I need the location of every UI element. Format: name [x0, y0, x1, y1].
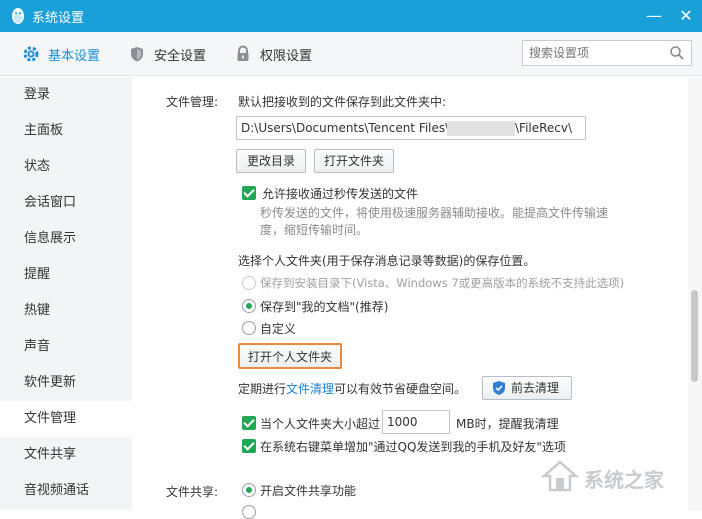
sidebar-item-main-panel[interactable]: 主面板 [0, 113, 132, 149]
save-path-suffix: \FileRecv\ [515, 121, 573, 135]
sidebar-item-file-sharing[interactable]: 文件共享 [0, 437, 132, 473]
save-custom-radio[interactable] [242, 321, 256, 335]
shield-icon [131, 47, 143, 62]
save-install-dir-label: 保存到安装目录下(Vista、Windows 7或更高版本的系统不支持此选项) [260, 276, 625, 290]
save-my-documents-radio[interactable] [242, 299, 256, 313]
cleanup-prefix: 定期进行 [238, 382, 287, 396]
change-directory-button[interactable]: 更改目录 [236, 149, 306, 173]
save-path-field[interactable]: D:\Users\Documents\Tencent Files\ \FileR… [236, 116, 586, 140]
save-my-documents-label: 保存到"我的文档"(推荐) [260, 300, 389, 314]
enable-file-sharing-label: 开启文件共享功能 [260, 484, 357, 498]
minimize-button[interactable]: — [642, 4, 666, 28]
file-sharing-option-radio-cutoff[interactable] [242, 505, 256, 519]
tab-label: 基本设置 [48, 48, 101, 64]
lock-icon [237, 45, 249, 61]
content-scrollbar[interactable] [688, 77, 702, 510]
sidebar-item-file-management[interactable]: 文件管理 [0, 401, 132, 437]
sidebar-item-reminder[interactable]: 提醒 [0, 257, 132, 293]
context-menu-checkbox[interactable] [242, 439, 256, 453]
settings-sidebar: 登录 主面板 状态 会话窗口 信息展示 提醒 热键 声音 软件更新 文件管理 文… [0, 77, 132, 510]
tab-security-settings[interactable]: 安全设置 [128, 44, 206, 64]
size-limit-suffix: MB时，提醒我清理 [456, 417, 559, 431]
sidebar-item-sound[interactable]: 声音 [0, 329, 132, 365]
allow-instant-transfer-label: 允许接收通过秒传发送的文件 [262, 187, 419, 201]
sidebar-item-software-update[interactable]: 软件更新 [0, 365, 132, 401]
tab-label: 权限设置 [260, 48, 313, 64]
save-path-prefix: D:\Users\Documents\Tencent Files\ [241, 121, 450, 135]
sidebar-item-hotkeys[interactable]: 热键 [0, 293, 132, 329]
save-custom-label: 自定义 [260, 322, 297, 336]
size-limit-value: 1000 [387, 415, 418, 429]
cleanup-suffix: 可以有效节省硬盘空间。 [334, 382, 467, 396]
instant-transfer-hint-line2: 度，缩短传输时间。 [260, 223, 369, 237]
personal-folder-description: 选择个人文件夹(用于保存消息记录等数据)的保存位置。 [238, 254, 536, 268]
open-personal-folder-button[interactable]: 打开个人文件夹 [238, 343, 342, 369]
close-button[interactable]: ✕ [674, 4, 698, 28]
tab-basic-settings[interactable]: 基本设置 [22, 44, 100, 64]
sidebar-item-av-call[interactable]: 音视频通话 [0, 473, 132, 509]
go-cleanup-label: 前去清理 [511, 381, 560, 395]
size-limit-input[interactable]: 1000 [382, 410, 450, 434]
watermark-text: 系统之家 [584, 468, 664, 492]
qq-penguin-icon [12, 8, 24, 24]
tab-permission-settings[interactable]: 权限设置 [234, 44, 312, 64]
shield-icon [493, 381, 505, 395]
section-label-file-management: 文件管理: [166, 95, 219, 109]
context-menu-label: 在系统右键菜单增加"通过QQ发送到我的手机及好友"选项 [260, 440, 566, 454]
site-watermark-logo: 系统之家 [540, 456, 696, 496]
sidebar-item-info-display[interactable]: 信息展示 [0, 221, 132, 257]
section-label-file-sharing: 文件共享: [166, 485, 219, 499]
size-limit-prefix: 当个人文件夹大小超过 [260, 417, 381, 431]
sidebar-item-chat-window[interactable]: 会话窗口 [0, 185, 132, 221]
sidebar-item-login[interactable]: 登录 [0, 77, 132, 113]
gear-icon [23, 46, 39, 62]
save-install-dir-radio [242, 276, 256, 290]
search-icon[interactable] [669, 45, 685, 61]
settings-content: 文件管理: 默认把接收到的文件保存到此文件夹中: D:\Users\Docume… [132, 77, 688, 519]
watermark-logo-icon [540, 460, 580, 492]
size-limit-checkbox[interactable] [242, 416, 256, 430]
redacted-account-box [447, 121, 515, 136]
cleanup-hint: 定期进行文件清理可以有效节省硬盘空间。 [238, 380, 466, 397]
settings-search-box[interactable] [522, 40, 692, 66]
enable-file-sharing-radio[interactable] [242, 483, 256, 497]
go-cleanup-button[interactable]: 前去清理 [482, 376, 572, 400]
instant-transfer-hint-line1: 秒传发送的文件，将使用极速服务器辅助接收。能提高文件传输速 [260, 206, 609, 220]
file-cleanup-link[interactable]: 文件清理 [286, 382, 334, 396]
open-folder-button[interactable]: 打开文件夹 [314, 149, 394, 173]
sidebar-item-status[interactable]: 状态 [0, 149, 132, 185]
scrollbar-thumb[interactable] [691, 290, 698, 382]
save-folder-description: 默认把接收到的文件保存到此文件夹中: [238, 95, 447, 109]
search-input[interactable] [529, 41, 669, 65]
title-bar: 系统设置 — ✕ [0, 0, 702, 32]
allow-instant-transfer-checkbox[interactable] [242, 186, 256, 200]
window-title: 系统设置 [32, 11, 85, 26]
tab-label: 安全设置 [154, 48, 207, 64]
